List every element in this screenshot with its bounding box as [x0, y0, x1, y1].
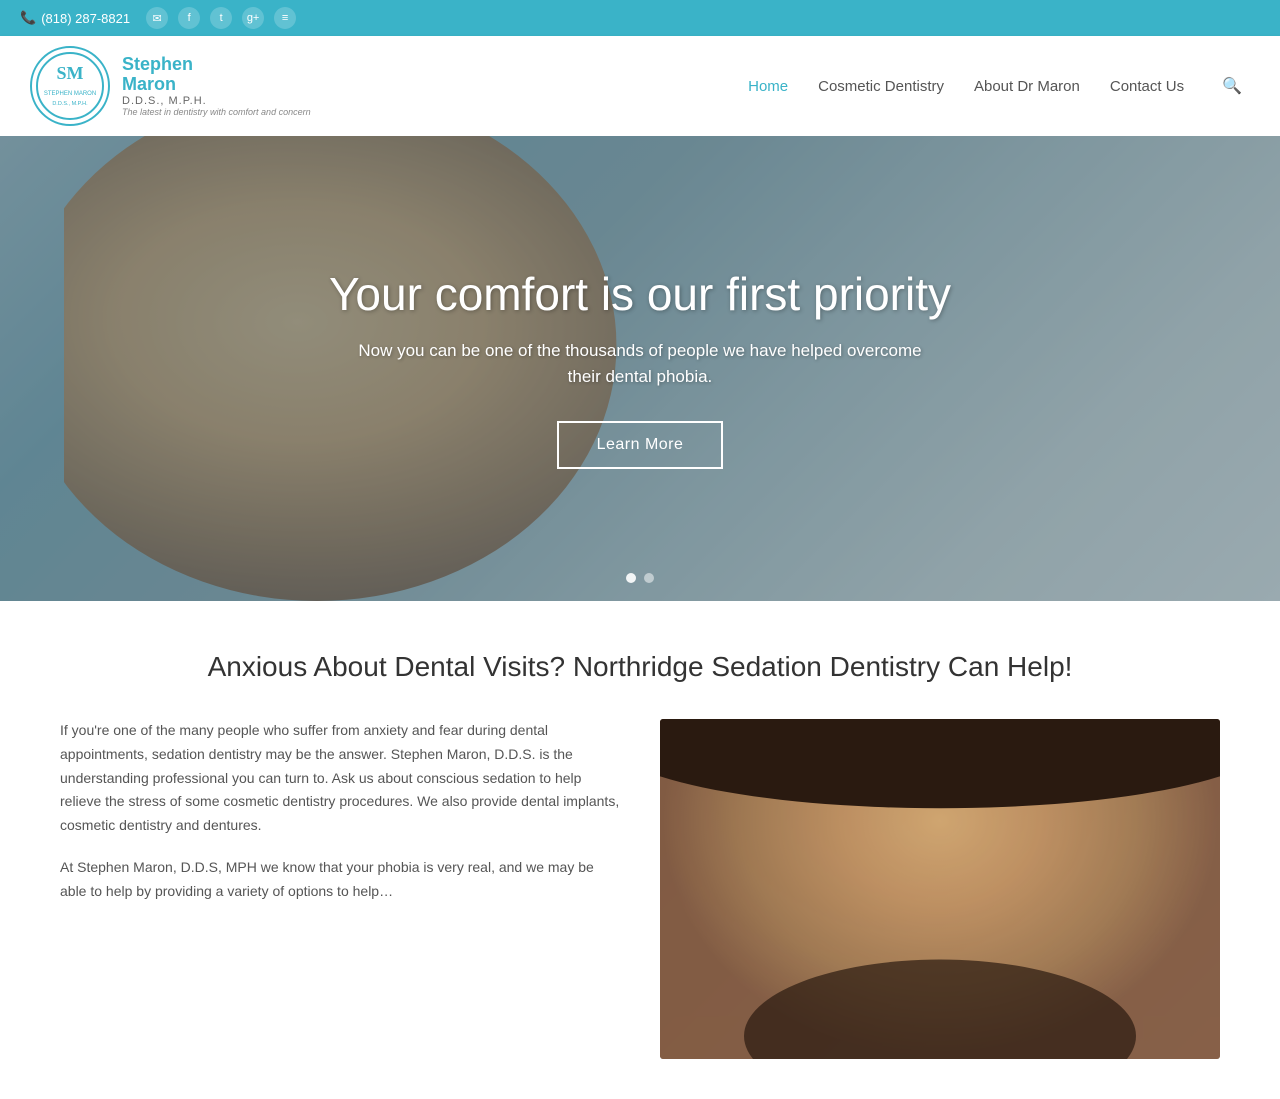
svg-text:D.D.S., M.P.H.: D.D.S., M.P.H. [52, 101, 88, 107]
search-button[interactable]: 🔍 [1214, 72, 1250, 100]
section-heading: Anxious About Dental Visits? Northridge … [60, 651, 1220, 683]
social-icons: ✉ f t g+ ≡ [146, 7, 296, 29]
nav-about[interactable]: About Dr Maron [974, 74, 1080, 99]
navbar: SM STEPHEN MARON D.D.S., M.P.H. Stephen … [0, 36, 1280, 136]
email-icon[interactable]: ✉ [146, 7, 168, 29]
content-text-block: If you're one of the many people who suf… [60, 719, 620, 922]
top-bar: 📞 (818) 287-8821 ✉ f t g+ ≡ [0, 0, 1280, 36]
twitter-icon[interactable]: t [210, 7, 232, 29]
main-content: Anxious About Dental Visits? Northridge … [0, 601, 1280, 1099]
rss-icon[interactable]: ≡ [274, 7, 296, 29]
nav-home[interactable]: Home [748, 74, 788, 99]
slide-dot-1[interactable] [626, 573, 636, 583]
slide-dot-2[interactable] [644, 573, 654, 583]
logo-circle: SM STEPHEN MARON D.D.S., M.P.H. [30, 46, 110, 126]
hero-content: Your comfort is our first priority Now y… [289, 268, 991, 470]
hero-subtitle: Now you can be one of the thousands of p… [350, 338, 930, 389]
nav-cosmetic-dentistry[interactable]: Cosmetic Dentistry [818, 74, 944, 99]
facebook-icon[interactable]: f [178, 7, 200, 29]
svg-text:STEPHEN MARON: STEPHEN MARON [44, 91, 96, 97]
doctor-image [660, 719, 1220, 1059]
googleplus-icon[interactable]: g+ [242, 7, 264, 29]
content-grid: If you're one of the many people who suf… [60, 719, 1220, 1059]
phone-icon: 📞 [20, 10, 36, 26]
nav-links: Home Cosmetic Dentistry About Dr Maron C… [748, 72, 1250, 100]
hero-section: Your comfort is our first priority Now y… [0, 136, 1280, 601]
logo[interactable]: SM STEPHEN MARON D.D.S., M.P.H. Stephen … [30, 46, 311, 126]
content-paragraph-2: At Stephen Maron, D.D.S, MPH we know tha… [60, 856, 620, 904]
learn-more-button[interactable]: Learn More [557, 421, 724, 469]
nav-contact[interactable]: Contact Us [1110, 74, 1184, 99]
content-paragraph-1: If you're one of the many people who suf… [60, 719, 620, 838]
logo-text: Stephen Maron D.D.S., M.P.H. The latest … [122, 55, 311, 117]
svg-text:SM: SM [57, 63, 84, 83]
slide-dots [626, 573, 654, 583]
hero-title: Your comfort is our first priority [329, 268, 951, 321]
phone-number[interactable]: 📞 (818) 287-8821 [20, 10, 130, 26]
